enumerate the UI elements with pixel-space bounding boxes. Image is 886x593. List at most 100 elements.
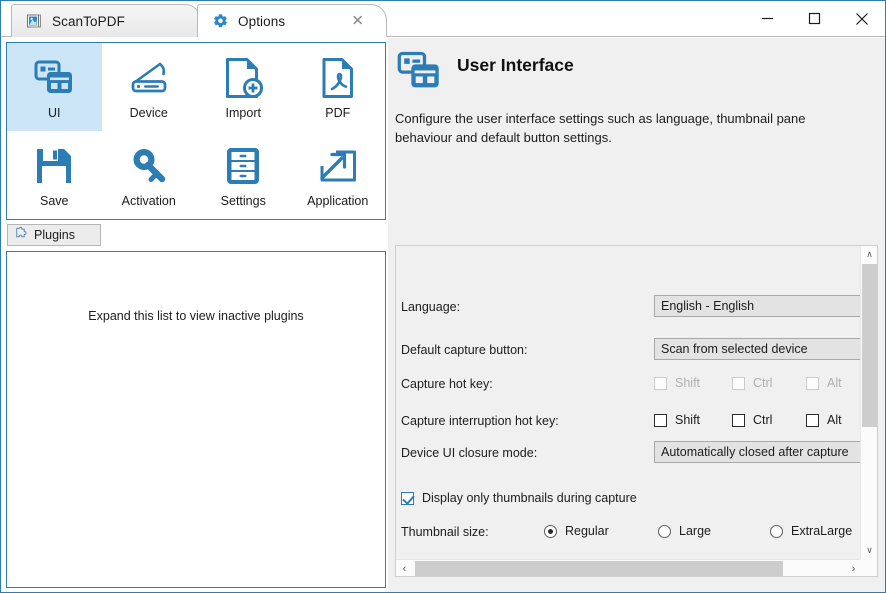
tab-scantopdf-label: ScanToPDF (52, 13, 125, 29)
minimize-button[interactable] (744, 1, 791, 36)
checkbox-box (806, 376, 819, 390)
thumbnail-size-extralarge-label: ExtraLarge (791, 524, 853, 538)
window-controls (744, 1, 885, 36)
capture-interruption-ctrl[interactable]: Ctrl (732, 413, 772, 427)
language-row: Language: (401, 294, 460, 320)
scrollbar-corner (860, 559, 877, 576)
close-button[interactable] (838, 1, 885, 36)
display-only-thumbnails-checkbox[interactable]: Display only thumbnails during capture (401, 491, 637, 505)
capture-interruption-alt[interactable]: Alt (806, 413, 842, 427)
close-icon[interactable]: ✕ (351, 14, 364, 29)
capture-hot-key-label: Capture hot key: (401, 377, 493, 391)
default-capture-button-label: Default capture button: (401, 343, 528, 357)
application-window: ScanToPDF Options ✕ UI Device Import PDF… (0, 0, 886, 593)
vertical-scrollbar-thumb[interactable] (862, 264, 877, 427)
maximize-button[interactable] (791, 1, 838, 36)
radio-dot (544, 524, 557, 538)
capture-interruption-ctrl-label: Ctrl (753, 413, 773, 427)
checkbox-box (806, 413, 819, 427)
category-tile-ui[interactable]: UI (7, 43, 102, 131)
capture-hot-key-ctrl-label: Ctrl (753, 376, 773, 390)
category-tile-application[interactable]: Application (291, 131, 386, 219)
device-ui-closure-mode-select[interactable]: Automatically closed after capture (654, 441, 862, 463)
plugins-tab-label: Plugins (34, 228, 75, 242)
settings-scroll-area: Language: English - English Default capt… (395, 245, 878, 577)
horizontal-scrollbar[interactable]: ‹ › (396, 559, 862, 576)
checkbox-box (732, 376, 745, 390)
scanner-icon (126, 55, 172, 101)
detail-panel: User Interface Configure the user interf… (388, 38, 885, 592)
device-ui-closure-mode-label: Device UI closure mode: (401, 446, 538, 460)
category-tile-import[interactable]: Import (196, 43, 291, 131)
thumbnail-size-large-label: Large (679, 524, 711, 538)
scroll-up-icon[interactable]: ∧ (861, 246, 877, 263)
category-tile-pdf[interactable]: PDF (291, 43, 386, 131)
category-tile-settings[interactable]: Settings (196, 131, 291, 219)
capture-interruption-shift[interactable]: Shift (654, 413, 700, 427)
checkbox-box (732, 413, 745, 427)
tab-options-label: Options (238, 13, 286, 29)
tab-scantopdf[interactable]: ScanToPDF (11, 4, 201, 37)
plugins-empty-message: Expand this list to view inactive plugin… (88, 309, 304, 323)
default-capture-button-row: Default capture button: (401, 337, 527, 363)
gear-icon (212, 13, 229, 30)
scroll-left-icon[interactable]: ‹ (396, 560, 413, 576)
thumbnail-size-large[interactable]: Large (658, 524, 711, 538)
default-capture-button-select[interactable]: Scan from selected device (654, 338, 862, 360)
category-tile-save-label: Save (40, 193, 69, 208)
category-icon-panel: UI Device Import PDF Save Activation Set… (6, 42, 386, 220)
device-ui-closure-mode-row: Device UI closure mode: (401, 440, 537, 466)
detail-header: User Interface (395, 45, 865, 95)
page-title: User Interface (457, 55, 574, 75)
category-tile-activation-label: Activation (121, 193, 176, 208)
checkbox-box (654, 413, 667, 427)
category-tile-ui-label: UI (48, 105, 61, 120)
category-tile-save[interactable]: Save (7, 131, 102, 219)
drawer-cabinet-icon (220, 143, 266, 189)
pdf-file-icon (315, 55, 361, 101)
capture-hot-key-row: Capture hot key: (401, 371, 493, 397)
language-value: English - English (661, 299, 755, 313)
capture-hot-key-alt: Alt (806, 376, 842, 390)
category-tile-settings-label: Settings (220, 193, 266, 208)
thumbnail-size-label: Thumbnail size: (401, 525, 489, 539)
settings-form: Language: English - English Default capt… (396, 246, 862, 559)
plugins-list-panel[interactable]: Expand this list to view inactive plugin… (6, 251, 386, 588)
plugins-tab[interactable]: Plugins (7, 224, 101, 246)
maximize-icon (808, 12, 821, 25)
display-only-thumbnails-label: Display only thumbnails during capture (422, 491, 637, 505)
capture-hot-key-ctrl: Ctrl (732, 376, 772, 390)
language-select[interactable]: English - English (654, 295, 862, 317)
vertical-scrollbar[interactable]: ∧ ∨ (860, 246, 877, 559)
radio-dot (770, 524, 783, 538)
category-tile-device[interactable]: Device (102, 43, 197, 131)
category-tile-import-label: Import (225, 105, 261, 120)
thumbnail-size-row: Thumbnail size: (401, 519, 489, 545)
default-capture-button-value: Scan from selected device (661, 342, 808, 356)
capture-hot-key-shift: Shift (654, 376, 700, 390)
thumbnail-size-regular[interactable]: Regular (544, 524, 609, 538)
tab-options[interactable]: Options ✕ (197, 4, 387, 37)
scan-document-icon (26, 13, 43, 30)
scroll-down-icon[interactable]: ∨ (861, 542, 877, 559)
key-icon (126, 143, 172, 189)
capture-interruption-hot-key-row: Capture interruption hot key: (401, 408, 559, 434)
thumbnail-size-extralarge[interactable]: ExtraLarge (770, 524, 852, 538)
close-icon (855, 12, 868, 25)
category-icon-grid: UI Device Import PDF Save Activation Set… (7, 43, 385, 219)
capture-interruption-shift-label: Shift (675, 413, 701, 427)
category-tile-pdf-label: PDF (325, 105, 351, 120)
horizontal-scrollbar-thumb[interactable] (415, 561, 783, 576)
device-ui-closure-mode-value: Automatically closed after capture (661, 445, 849, 459)
language-label: Language: (401, 300, 461, 314)
external-window-arrow-icon (315, 143, 361, 189)
capture-interruption-hot-key-label: Capture interruption hot key: (401, 414, 559, 428)
floppy-disk-icon (31, 143, 77, 189)
active-tab-mask (198, 36, 386, 38)
ui-windows-icon (395, 47, 443, 95)
title-bar: ScanToPDF Options ✕ (1, 1, 885, 38)
radio-dot (658, 524, 671, 538)
category-tile-application-label: Application (307, 193, 369, 208)
capture-hot-key-alt-label: Alt (827, 376, 842, 390)
category-tile-activation[interactable]: Activation (102, 131, 197, 219)
